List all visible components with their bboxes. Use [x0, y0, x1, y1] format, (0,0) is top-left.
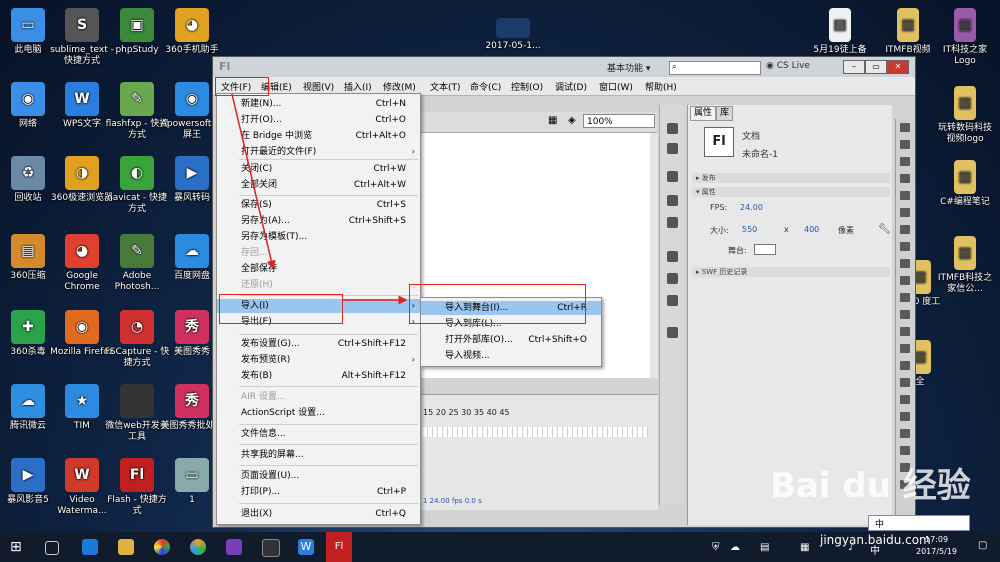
- edge-browser-icon[interactable]: [82, 539, 98, 555]
- notification-icon[interactable]: ▢: [978, 540, 987, 551]
- arrow-file-to-import: [231, 93, 276, 270]
- clock-time: 17:09: [924, 535, 949, 544]
- tray-network-icon[interactable]: ▤: [760, 542, 769, 553]
- flash-taskbar-icon[interactable]: Fl: [326, 532, 352, 562]
- tray-cloud-icon[interactable]: ☁: [730, 542, 740, 553]
- tray-grid-icon[interactable]: ▦: [800, 542, 809, 553]
- tray-shield-icon[interactable]: ⛨: [712, 542, 720, 553]
- 360-security-icon[interactable]: [190, 539, 206, 555]
- baidu-watermark: Bai du 经验: [770, 458, 971, 507]
- ime-mode: 中: [875, 520, 885, 530]
- 360-browser-icon[interactable]: [154, 539, 170, 555]
- visual-studio-icon[interactable]: [226, 539, 242, 555]
- baidu-brand: Bai du 经验: [770, 466, 971, 506]
- clock[interactable]: 17:09 2017/5/19: [916, 534, 957, 558]
- start-windows-icon[interactable]: ⊞: [10, 539, 26, 555]
- file-explorer-icon[interactable]: [118, 539, 134, 555]
- watermark-url: jingyan.baidu.com: [820, 533, 931, 547]
- ime-toolbar[interactable]: 中: [868, 515, 970, 531]
- wps-icon[interactable]: W: [298, 539, 314, 555]
- clock-date: 2017/5/19: [916, 547, 958, 556]
- terminal-icon[interactable]: [262, 539, 280, 557]
- task-view-icon[interactable]: [45, 541, 59, 555]
